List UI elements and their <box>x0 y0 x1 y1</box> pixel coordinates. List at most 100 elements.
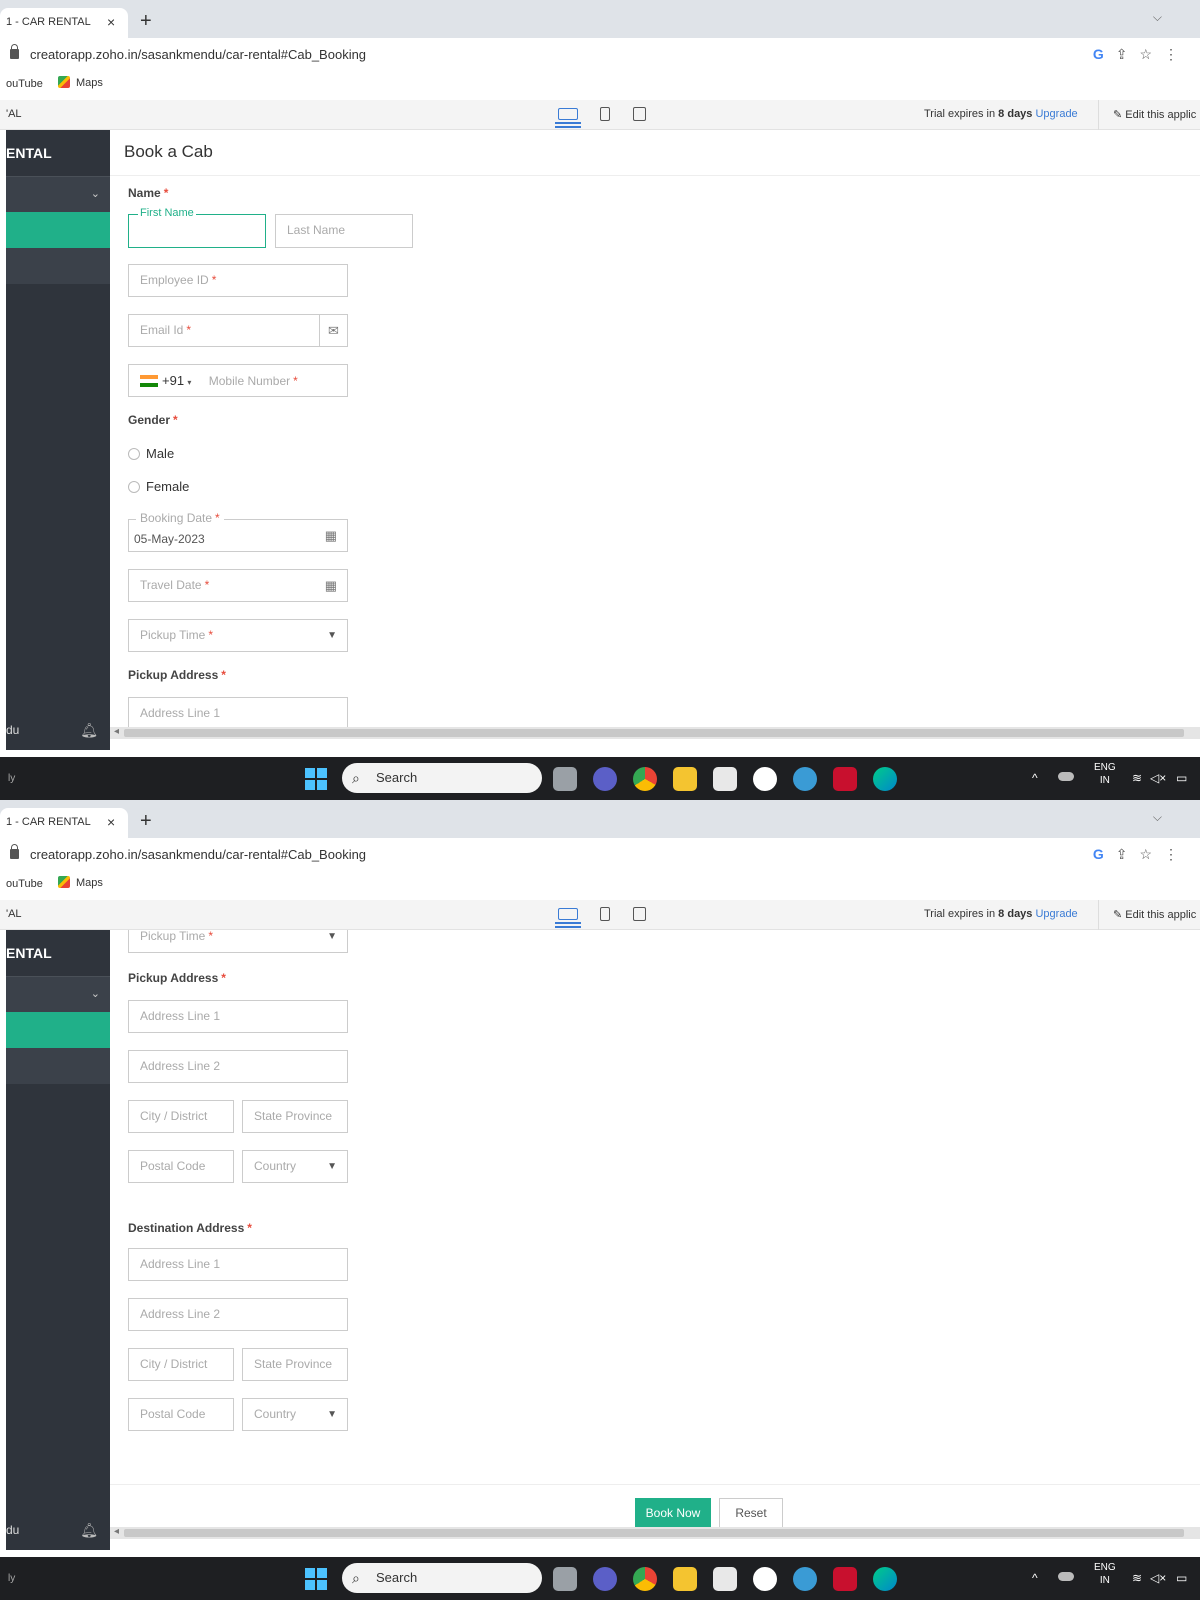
teams-icon[interactable] <box>593 1567 617 1591</box>
upgrade-link[interactable]: Upgrade <box>1035 108 1077 120</box>
task-view-icon[interactable] <box>553 1567 577 1591</box>
chevron-up-icon[interactable]: ^ <box>1032 1571 1038 1585</box>
destination-address-line2-input[interactable]: Address Line 2 <box>128 1298 348 1331</box>
tab-search-icon[interactable]: ⌵ <box>1153 810 1162 825</box>
sidebar-item[interactable] <box>6 248 110 284</box>
system-tray[interactable]: ^ ENG IN ≋ ◁× ▭ <box>1032 761 1192 797</box>
destination-city-input[interactable]: City / District <box>128 1348 234 1381</box>
pickup-address-line2-input[interactable]: Address Line 2 <box>128 1050 348 1083</box>
mobile-view-icon[interactable] <box>600 907 610 921</box>
country-code-select[interactable]: +91 ▾ <box>140 373 191 388</box>
url-action-icons[interactable]: G⇪☆⋮ <box>1093 846 1190 863</box>
chrome-icon[interactable] <box>633 767 657 791</box>
app-circle-icon[interactable] <box>753 1567 777 1591</box>
mute-icon[interactable]: ◁× <box>1150 1571 1166 1585</box>
sidebar-item-active[interactable] <box>6 212 110 248</box>
pickup-address-line1-input[interactable]: Address Line 1 <box>128 697 348 730</box>
scrollbar-thumb[interactable] <box>124 1529 1184 1537</box>
gender-male-radio[interactable]: Male <box>128 446 174 461</box>
pickup-postal-input[interactable]: Postal Code <box>128 1150 234 1183</box>
bookmark-maps[interactable]: Maps <box>58 76 103 89</box>
pickup-time-select[interactable]: Pickup Time * ▼ <box>128 930 348 953</box>
mcafee-icon[interactable] <box>833 1567 857 1591</box>
teams-icon[interactable] <box>593 767 617 791</box>
employee-id-input[interactable]: Employee ID * <box>128 264 348 297</box>
destination-postal-input[interactable]: Postal Code <box>128 1398 234 1431</box>
first-name-input[interactable] <box>128 214 266 248</box>
windows-start-icon[interactable] <box>305 768 327 790</box>
calendar-icon[interactable]: ▦ <box>325 520 337 551</box>
edit-app-button[interactable]: ✎ Edit this applic <box>1098 900 1196 930</box>
taskbar-search[interactable]: ⌕ Search <box>342 1563 542 1593</box>
wifi-icon[interactable]: ≋ <box>1132 771 1142 785</box>
mobile-input[interactable]: +91 ▾ Mobile Number * <box>128 364 348 397</box>
store-icon[interactable] <box>713 767 737 791</box>
address-bar[interactable]: creatorapp.zoho.in/sasankmendu/car-renta… <box>0 838 1200 872</box>
battery-icon[interactable]: ▭ <box>1176 771 1187 785</box>
edit-app-button[interactable]: ✎ Edit this applic <box>1098 100 1196 130</box>
url-action-icons[interactable]: G⇪☆⋮ <box>1093 46 1190 63</box>
travel-date-input[interactable]: Travel Date * ▦ <box>128 569 348 602</box>
store-icon[interactable] <box>713 1567 737 1591</box>
language-indicator[interactable]: ENG IN <box>1094 1561 1116 1587</box>
last-name-input[interactable]: Last Name <box>275 214 413 248</box>
cloud-icon[interactable] <box>1058 1572 1074 1581</box>
reset-button[interactable]: Reset <box>719 1498 783 1528</box>
pickup-country-select[interactable]: Country ▼ <box>242 1150 348 1183</box>
app-circle-icon[interactable] <box>753 767 777 791</box>
tab-close-icon[interactable]: × <box>107 808 115 836</box>
bell-icon[interactable]: 🔔︎ <box>80 710 98 750</box>
desktop-view-icon[interactable] <box>555 108 581 124</box>
bookmark-maps[interactable]: Maps <box>58 876 103 889</box>
mobile-view-icon[interactable] <box>600 107 610 121</box>
desktop-view-icon[interactable] <box>555 908 581 924</box>
battery-icon[interactable]: ▭ <box>1176 1571 1187 1585</box>
mcafee-icon[interactable] <box>833 767 857 791</box>
file-explorer-icon[interactable] <box>673 767 697 791</box>
bookmark-youtube[interactable]: ouTube <box>6 78 43 90</box>
sidebar-item-active[interactable] <box>6 1012 110 1048</box>
chrome-icon[interactable] <box>633 1567 657 1591</box>
tablet-view-icon[interactable] <box>633 107 646 121</box>
horizontal-scrollbar[interactable] <box>110 726 1200 739</box>
pickup-city-input[interactable]: City / District <box>128 1100 234 1133</box>
cloud-icon[interactable] <box>1058 772 1074 781</box>
sidebar-user[interactable]: du 🔔︎ <box>6 1510 110 1550</box>
taskbar-weather-text[interactable]: ly <box>8 773 15 784</box>
windows-start-icon[interactable] <box>305 1568 327 1590</box>
pickup-address-line1-input[interactable]: Address Line 1 <box>128 1000 348 1033</box>
sidebar-dropdown[interactable]: ⌄ <box>6 176 110 212</box>
bell-icon[interactable]: 🔔︎ <box>80 1510 98 1550</box>
pickup-state-input[interactable]: State Province <box>242 1100 348 1133</box>
help-icon[interactable] <box>793 767 817 791</box>
scrollbar-thumb[interactable] <box>124 729 1184 737</box>
pickup-time-select[interactable]: Pickup Time * ▼ <box>128 619 348 652</box>
edge-icon[interactable] <box>873 1567 897 1591</box>
language-indicator[interactable]: ENG IN <box>1094 761 1116 787</box>
file-explorer-icon[interactable] <box>673 1567 697 1591</box>
taskbar-search[interactable]: ⌕ Search <box>342 763 542 793</box>
sidebar-dropdown[interactable]: ⌄ <box>6 976 110 1012</box>
address-bar[interactable]: creatorapp.zoho.in/sasankmendu/car-renta… <box>0 38 1200 72</box>
horizontal-scrollbar[interactable] <box>110 1526 1200 1539</box>
new-tab-button[interactable]: + <box>140 808 152 834</box>
system-tray[interactable]: ^ ENG IN ≋ ◁× ▭ <box>1032 1561 1192 1597</box>
url-text[interactable]: creatorapp.zoho.in/sasankmendu/car-renta… <box>30 47 366 62</box>
email-input[interactable]: Email Id * ✉ <box>128 314 348 347</box>
destination-address-line1-input[interactable]: Address Line 1 <box>128 1248 348 1281</box>
destination-country-select[interactable]: Country ▼ <box>242 1398 348 1431</box>
task-view-icon[interactable] <box>553 767 577 791</box>
mute-icon[interactable]: ◁× <box>1150 771 1166 785</box>
browser-tab[interactable]: 1 - CAR RENTAL × <box>0 8 128 38</box>
upgrade-link[interactable]: Upgrade <box>1035 908 1077 920</box>
sidebar-user[interactable]: du 🔔︎ <box>6 710 110 750</box>
help-icon[interactable] <box>793 1567 817 1591</box>
tab-search-icon[interactable]: ⌵ <box>1153 10 1162 25</box>
sidebar-item[interactable] <box>6 1048 110 1084</box>
book-now-button[interactable]: Book Now <box>635 1498 711 1528</box>
taskbar-weather-text[interactable]: ly <box>8 1573 15 1584</box>
wifi-icon[interactable]: ≋ <box>1132 1571 1142 1585</box>
url-text[interactable]: creatorapp.zoho.in/sasankmendu/car-renta… <box>30 847 366 862</box>
gender-female-radio[interactable]: Female <box>128 479 189 494</box>
calendar-icon[interactable]: ▦ <box>325 570 337 601</box>
